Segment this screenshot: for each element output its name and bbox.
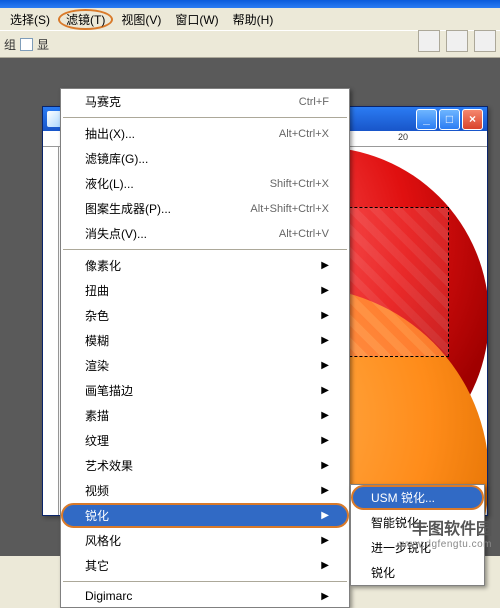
submenu-item-sharpen[interactable]: 锐化: [351, 560, 484, 585]
submenu-arrow-icon: ▶: [321, 335, 329, 346]
menu-label: 其它: [85, 557, 109, 574]
menu-item-gallery[interactable]: 滤镜库(G)...: [61, 146, 349, 171]
menu-item-mosaic[interactable]: 马赛克 Ctrl+F: [61, 89, 349, 114]
submenu-arrow-icon: ▶: [321, 535, 329, 546]
menu-shortcut: Alt+Ctrl+V: [279, 228, 329, 240]
menu-select[interactable]: 选择(S): [4, 9, 56, 30]
submenu-arrow-icon: ▶: [321, 310, 329, 321]
menu-window[interactable]: 窗口(W): [169, 9, 224, 30]
submenu-item-usm[interactable]: USM 锐化...: [351, 485, 484, 510]
submenu-arrow-icon: ▶: [321, 260, 329, 271]
menu-item-vanishing[interactable]: 消失点(V)... Alt+Ctrl+V: [61, 221, 349, 246]
menu-label: Digimarc: [85, 589, 132, 603]
menu-separator: [63, 249, 347, 250]
submenu-arrow-icon: ▶: [321, 560, 329, 571]
window-controls: _ □ ×: [416, 109, 483, 130]
menu-shortcut: Shift+Ctrl+X: [270, 178, 329, 190]
watermark-url: www.dgfengtu.com: [400, 539, 493, 550]
maximize-button[interactable]: □: [439, 109, 460, 130]
menu-label: 锐化: [85, 507, 109, 524]
menu-label: 渲染: [85, 357, 109, 374]
submenu-arrow-icon: ▶: [321, 435, 329, 446]
menu-label: 画笔描边: [85, 382, 133, 399]
menu-item-stylize[interactable]: 风格化 ▶: [61, 528, 349, 553]
menu-label: 消失点(V)...: [85, 225, 147, 242]
menu-label: 抽出(X)...: [85, 125, 135, 142]
menu-label: 液化(L)...: [85, 175, 134, 192]
menu-label: 像素化: [85, 257, 121, 274]
menu-item-distort[interactable]: 扭曲 ▶: [61, 278, 349, 303]
menu-item-noise[interactable]: 杂色 ▶: [61, 303, 349, 328]
menu-separator: [63, 581, 347, 582]
close-button[interactable]: ×: [462, 109, 483, 130]
menu-label: 纹理: [85, 432, 109, 449]
filter-menu: 马赛克 Ctrl+F 抽出(X)... Alt+Ctrl+X 滤镜库(G)...…: [60, 88, 350, 608]
menu-label: 马赛克: [85, 93, 121, 110]
menu-label: 滤镜库(G)...: [85, 150, 148, 167]
tool-icon-2[interactable]: [446, 30, 468, 52]
submenu-arrow-icon: ▶: [321, 385, 329, 396]
menu-label: 风格化: [85, 532, 121, 549]
menu-item-other[interactable]: 其它 ▶: [61, 553, 349, 578]
menu-label: 杂色: [85, 307, 109, 324]
menu-label: 素描: [85, 407, 109, 424]
menu-label: USM 锐化...: [371, 489, 435, 506]
menu-label: 图案生成器(P)...: [85, 200, 171, 217]
app-titlebar: [0, 0, 500, 8]
menu-item-extract[interactable]: 抽出(X)... Alt+Ctrl+X: [61, 121, 349, 146]
selection-marquee[interactable]: [334, 207, 449, 357]
menu-view[interactable]: 视图(V): [115, 9, 167, 30]
menu-label: 扭曲: [85, 282, 109, 299]
menu-item-texture[interactable]: 纹理 ▶: [61, 428, 349, 453]
submenu-arrow-icon: ▶: [321, 410, 329, 421]
submenu-arrow-icon: ▶: [321, 360, 329, 371]
display-label: 显: [37, 36, 49, 53]
ruler-tick: 20: [398, 132, 408, 142]
menu-filter[interactable]: 滤镜(T): [58, 9, 113, 30]
menu-label: 艺术效果: [85, 457, 133, 474]
submenu-arrow-icon: ▶: [321, 285, 329, 296]
submenu-arrow-icon: ▶: [321, 591, 329, 602]
menu-label: 锐化: [371, 564, 395, 581]
menu-separator: [63, 117, 347, 118]
watermark-text: 丰图软件园: [400, 515, 493, 539]
minimize-button[interactable]: _: [416, 109, 437, 130]
menu-item-render[interactable]: 渲染 ▶: [61, 353, 349, 378]
menu-item-pattern[interactable]: 图案生成器(P)... Alt+Shift+Ctrl+X: [61, 196, 349, 221]
workspace: 8#) _ □ × 20 马赛克 Ctrl+F 抽出(X)... Alt+Ctr…: [0, 58, 500, 556]
menu-item-sketch[interactable]: 素描 ▶: [61, 403, 349, 428]
menubar: 选择(S) 滤镜(T) 视图(V) 窗口(W) 帮助(H): [0, 8, 500, 30]
submenu-arrow-icon: ▶: [321, 510, 329, 521]
menu-item-liquify[interactable]: 液化(L)... Shift+Ctrl+X: [61, 171, 349, 196]
menu-item-pixelate[interactable]: 像素化 ▶: [61, 253, 349, 278]
checkbox[interactable]: [20, 38, 33, 51]
menu-label: 模糊: [85, 332, 109, 349]
menu-help[interactable]: 帮助(H): [227, 9, 280, 30]
menu-shortcut: Ctrl+F: [299, 96, 329, 108]
submenu-arrow-icon: ▶: [321, 485, 329, 496]
menu-item-brush[interactable]: 画笔描边 ▶: [61, 378, 349, 403]
left-sidebar: [0, 58, 42, 556]
menu-item-digimarc[interactable]: Digimarc ▶: [61, 585, 349, 607]
menu-label: 视频: [85, 482, 109, 499]
tool-icon-1[interactable]: [418, 30, 440, 52]
menu-shortcut: Alt+Shift+Ctrl+X: [250, 203, 329, 215]
menu-shortcut: Alt+Ctrl+X: [279, 128, 329, 140]
submenu-arrow-icon: ▶: [321, 460, 329, 471]
menu-item-video[interactable]: 视频 ▶: [61, 478, 349, 503]
menu-item-artistic[interactable]: 艺术效果 ▶: [61, 453, 349, 478]
group-label: 组: [4, 36, 16, 53]
ruler-vertical: [43, 147, 59, 515]
menu-item-sharpen[interactable]: 锐化 ▶: [61, 503, 349, 528]
menu-item-blur[interactable]: 模糊 ▶: [61, 328, 349, 353]
toolbar-icons: [418, 30, 496, 52]
tool-icon-3[interactable]: [474, 30, 496, 52]
watermark: 丰图软件园 www.dgfengtu.com: [400, 515, 493, 550]
options-bar: 组 显: [0, 30, 500, 58]
